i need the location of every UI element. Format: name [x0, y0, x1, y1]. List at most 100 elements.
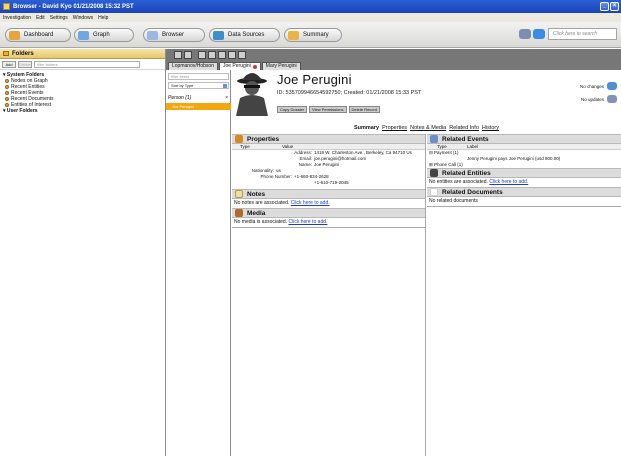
- dashboard-icon: [9, 30, 20, 40]
- app-icon: [3, 3, 10, 10]
- documents-icon: [430, 188, 438, 196]
- folders-header: Folders: [0, 49, 165, 59]
- entities-icon: [430, 169, 438, 177]
- add-entity-link[interactable]: Click here to add.: [489, 179, 528, 185]
- sort-select[interactable]: Sort by Type: [168, 82, 229, 89]
- folders-panel: Folders Add Delete filter folders ▾ Syst…: [0, 49, 166, 456]
- left-column: Properties Type Value Address: 1419 W. Cha…: [232, 134, 426, 456]
- minimize-button[interactable]: _: [600, 2, 609, 11]
- menu-edit[interactable]: Edit: [36, 15, 45, 21]
- back-icon[interactable]: [519, 29, 531, 39]
- person-name: Joe Perugini: [277, 72, 352, 87]
- folders-toolbar: Add Delete filter folders: [0, 59, 165, 70]
- folder-tree: ▾ System Folders Nodes on Graph Recent E…: [0, 70, 165, 116]
- folder-icon: [5, 91, 9, 95]
- summary-icon: [288, 30, 299, 40]
- media-header: Media: [232, 208, 425, 218]
- tab-lopmanov-hobson[interactable]: Lopmanov/Hobson: [168, 62, 218, 70]
- folder-filter-input[interactable]: filter folders: [34, 60, 140, 68]
- summary-button[interactable]: Summary: [284, 28, 342, 42]
- group-header[interactable]: Person (1) ×: [166, 95, 231, 101]
- media-message: No media is associated. Click here to ad…: [234, 219, 328, 225]
- camera-icon[interactable]: [218, 51, 226, 59]
- dossier-actions: Copy Dossier View Permissions Delete Rec…: [277, 106, 381, 113]
- window-titlebar: Browser - David Kyo 01/21/2008 15:32 PST…: [0, 0, 621, 13]
- document-tab-bar: Lopmanov/Hobson Joe Perugini Mary Perugi…: [166, 49, 621, 70]
- menu-help[interactable]: Help: [98, 15, 108, 21]
- no-updates-indicator: No updates: [581, 95, 617, 103]
- subtab-summary[interactable]: Summary: [354, 125, 379, 133]
- tab-mary-perugini[interactable]: Mary Perugini: [261, 62, 301, 70]
- copy-icon[interactable]: [238, 51, 246, 59]
- graph-button[interactable]: Graph: [74, 28, 134, 42]
- graph-view-icon[interactable]: [208, 51, 216, 59]
- no-changes-indicator: No changes: [580, 82, 617, 90]
- subtab-properties[interactable]: Properties: [382, 125, 407, 133]
- person-avatar-icon: [236, 73, 268, 116]
- subtab-related-info[interactable]: Related Info: [449, 125, 479, 133]
- events-icon: [430, 135, 438, 143]
- nav-back-icon[interactable]: [174, 51, 182, 59]
- folder-icon: [5, 85, 9, 89]
- main-toolbar: Dashboard Graph Browser Data Sources Sum…: [0, 22, 621, 48]
- browser-icon: [147, 30, 158, 40]
- related-entities-header: Related Entities: [427, 168, 621, 178]
- view-icon[interactable]: [198, 51, 206, 59]
- add-note-link[interactable]: Click here to add.: [291, 200, 330, 206]
- document-tabs: Lopmanov/Hobson Joe Perugini Mary Perugi…: [168, 62, 301, 70]
- tab-joe-perugini[interactable]: Joe Perugini: [218, 62, 261, 70]
- user-folders-group[interactable]: ▾ User Folders: [3, 108, 162, 114]
- entities-message: No entities are associated. Click here t…: [429, 179, 529, 185]
- close-tab-icon[interactable]: [252, 64, 257, 69]
- menu-settings[interactable]: Settings: [50, 15, 68, 21]
- dashboard-button[interactable]: Dashboard: [5, 28, 71, 42]
- add-media-link[interactable]: Click here to add.: [288, 219, 327, 225]
- copy-dossier-button[interactable]: Copy Dossier: [277, 106, 308, 113]
- person-id-line: ID: 535709946654592750; Created: 01/21/2…: [277, 90, 422, 96]
- menu-investigation[interactable]: Investigation: [3, 15, 31, 21]
- folder-icon: [3, 51, 9, 56]
- add-folder-button[interactable]: Add: [2, 60, 16, 68]
- update-icon[interactable]: [607, 95, 617, 103]
- search-input[interactable]: Click here to search: [548, 28, 617, 40]
- sync-icon[interactable]: [607, 82, 617, 90]
- subtab-history[interactable]: History: [482, 125, 499, 133]
- close-button[interactable]: ×: [610, 2, 619, 11]
- menu-bar: Investigation Edit Settings Windows Help: [0, 13, 621, 22]
- right-column: Related Events Type Label ⊟ Payment (1) J…: [427, 134, 621, 456]
- folder-icon: [5, 79, 9, 83]
- entity-filter-input[interactable]: filter items: [168, 73, 229, 80]
- subtab-notes-media[interactable]: Notes & Media: [410, 125, 446, 133]
- menu-windows[interactable]: Windows: [73, 15, 93, 21]
- tab-tools: [174, 51, 246, 59]
- database-icon: [213, 30, 224, 40]
- delete-folder-button[interactable]: Delete: [18, 60, 32, 68]
- media-icon: [235, 209, 243, 217]
- related-documents-header: Related Documents: [427, 187, 621, 197]
- folder-icon: [5, 97, 9, 101]
- window-controls: _ ×: [600, 2, 619, 11]
- view-permissions-button[interactable]: View Permissions: [309, 106, 347, 113]
- notes-message: No notes are associated. Click here to a…: [234, 200, 330, 206]
- divider: [232, 227, 425, 228]
- folder-icon: [5, 103, 9, 107]
- group-close-icon[interactable]: ×: [225, 95, 228, 101]
- entity-list-item[interactable]: Joe Perugini: [166, 103, 231, 110]
- notes-icon: [235, 190, 243, 198]
- page-icon[interactable]: [228, 51, 236, 59]
- nav-forward-icon[interactable]: [184, 51, 192, 59]
- forward-icon[interactable]: [533, 29, 545, 39]
- delete-record-button[interactable]: Delete Record: [348, 106, 381, 113]
- properties-icon: [235, 135, 243, 143]
- properties-header: Properties: [232, 134, 425, 144]
- property-row: +1-610-719-2045: [314, 180, 349, 185]
- related-events-header: Related Events: [427, 134, 621, 144]
- graph-icon: [78, 30, 89, 40]
- entity-list: filter items Sort by Type Person (1) × Jo…: [166, 70, 231, 456]
- browser-button[interactable]: Browser: [143, 28, 205, 42]
- window-title: Browser - David Kyo 01/21/2008 15:32 PST: [13, 3, 134, 10]
- documents-message: No related documents: [429, 198, 478, 204]
- divider: [427, 206, 621, 207]
- dossier-header: Joe Perugini ID: 535709946654592750; Cre…: [232, 70, 621, 125]
- data-sources-button[interactable]: Data Sources: [209, 28, 280, 42]
